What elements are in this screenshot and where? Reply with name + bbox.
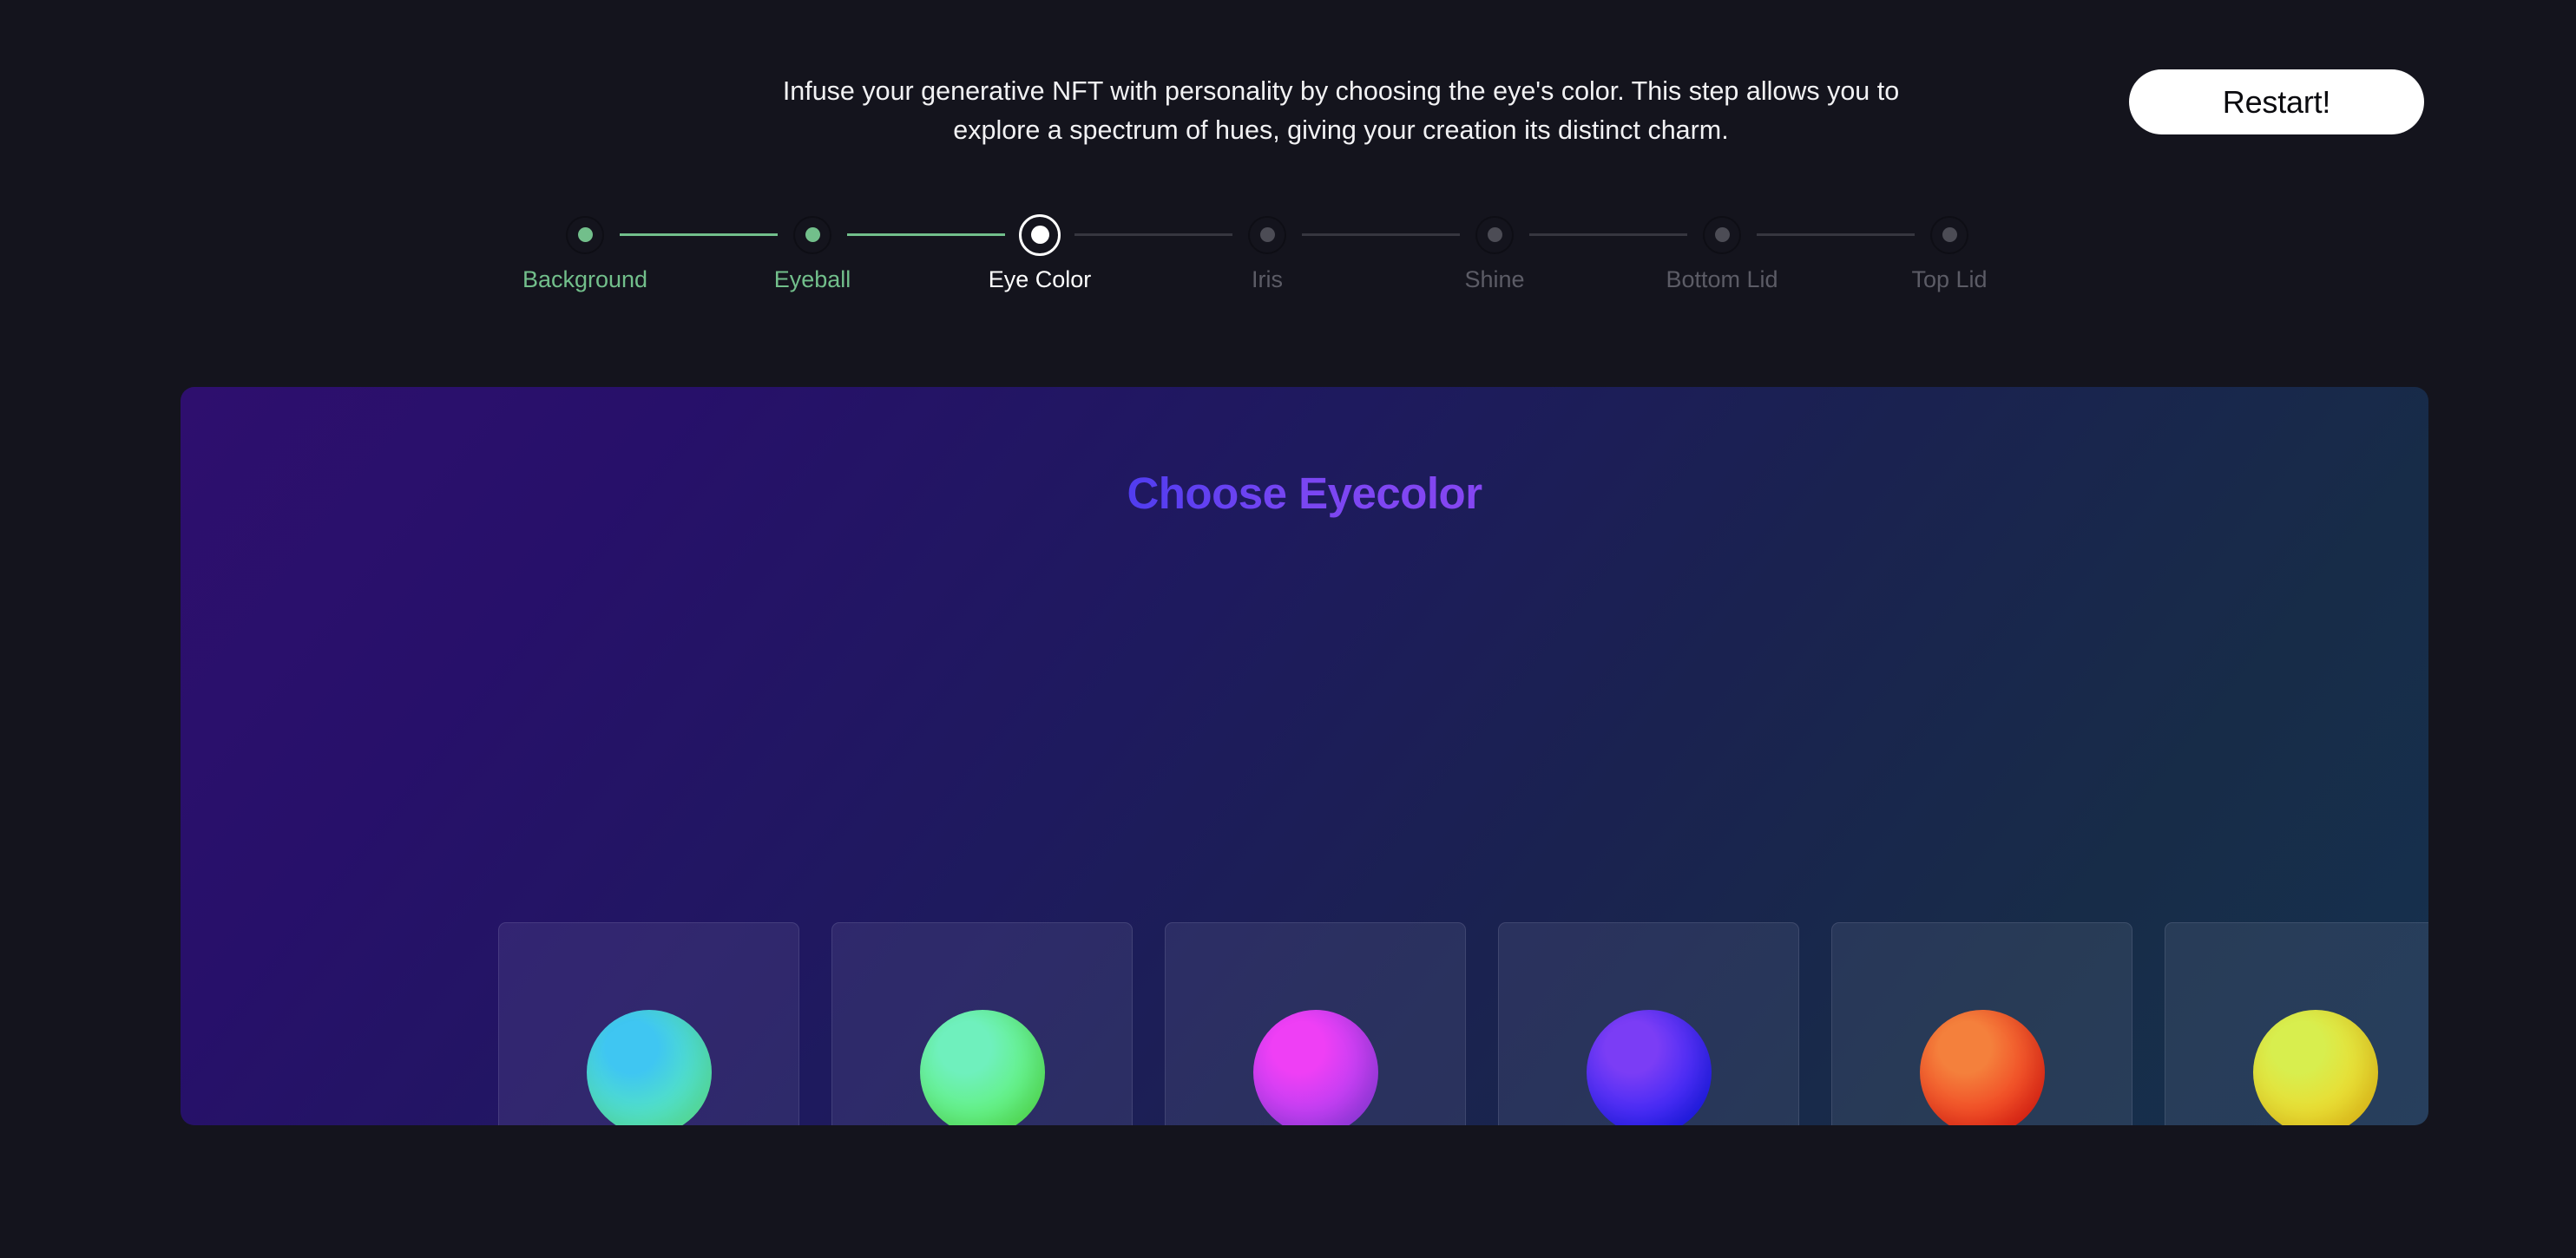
stepper-label-eyeball: Eyeball [773, 266, 851, 292]
swatch-card[interactable]: SELECT [831, 922, 1133, 1125]
stepper-node-top-lid[interactable] [1929, 214, 1970, 256]
app-root: Infuse your generative NFT with personal… [0, 0, 2576, 1258]
color-sphere-violet-blue [1586, 1010, 1712, 1125]
stepper-connector [620, 233, 778, 236]
stepper-label-eye-color: Eye Color [988, 266, 1092, 292]
swatch-card[interactable]: SELECT [2165, 922, 2428, 1125]
stepper-label-top-lid: Top Lid [1911, 266, 1988, 292]
stepper-node-iris[interactable] [1246, 214, 1288, 256]
stepper-node-background[interactable] [564, 214, 606, 256]
stepper-connector [1074, 233, 1232, 236]
color-sphere-magenta-violet [1252, 1010, 1378, 1125]
step-dot-icon [1714, 227, 1730, 242]
stepper-label-shine: Shine [1464, 266, 1525, 292]
stepper-label-background: Background [522, 266, 648, 292]
step-dot-icon [805, 227, 820, 242]
stepper-connector [1757, 233, 1915, 236]
stepper-labels: Background Eyeball Eye Color Iris Shine Botto… [522, 259, 1988, 299]
stepper-connector [1529, 233, 1687, 236]
step-dot-icon [1487, 227, 1502, 242]
step-dot-icon [577, 227, 593, 242]
step-dot-icon [1942, 227, 1957, 242]
color-sphere-cyan-green [586, 1010, 712, 1125]
stepper-node-shine[interactable] [1474, 214, 1515, 256]
stepper-node-bottom-lid[interactable] [1701, 214, 1743, 256]
stepper-track [564, 211, 1970, 259]
stepper-connector [1302, 233, 1460, 236]
swatch-card[interactable]: SELECT [498, 922, 799, 1125]
progress-stepper: Background Eyeball Eye Color Iris Shine Botto… [522, 211, 1988, 306]
panel-title: Choose Eyecolor [181, 468, 2428, 519]
eyecolor-panel: Choose Eyecolor SELECTSELECTSELECTSELECT… [181, 387, 2428, 1125]
stepper-connector [847, 233, 1005, 236]
page-header: Infuse your generative NFT with personal… [0, 0, 2576, 174]
color-sphere-yellow-gold [2252, 1010, 2378, 1125]
stepper-node-eyeball[interactable] [792, 214, 833, 256]
swatch-grid: SELECTSELECTSELECTSELECTSELECTSELECT [498, 922, 2428, 1125]
swatch-card[interactable]: SELECT [1498, 922, 1799, 1125]
stepper-label-iris: Iris [1252, 266, 1283, 292]
swatch-card[interactable]: SELECT [1165, 922, 1466, 1125]
step-dot-icon [1030, 226, 1049, 244]
color-sphere-aqua-green [919, 1010, 1045, 1125]
restart-button[interactable]: Restart! [2129, 69, 2424, 134]
step-dot-icon [1259, 227, 1275, 242]
swatch-card[interactable]: SELECT [1831, 922, 2132, 1125]
color-sphere-orange-red [1919, 1010, 2045, 1125]
stepper-label-bottom-lid: Bottom Lid [1666, 266, 1778, 292]
intro-description: Infuse your generative NFT with personal… [782, 76, 1900, 145]
stepper-node-eye-color[interactable] [1019, 213, 1061, 256]
